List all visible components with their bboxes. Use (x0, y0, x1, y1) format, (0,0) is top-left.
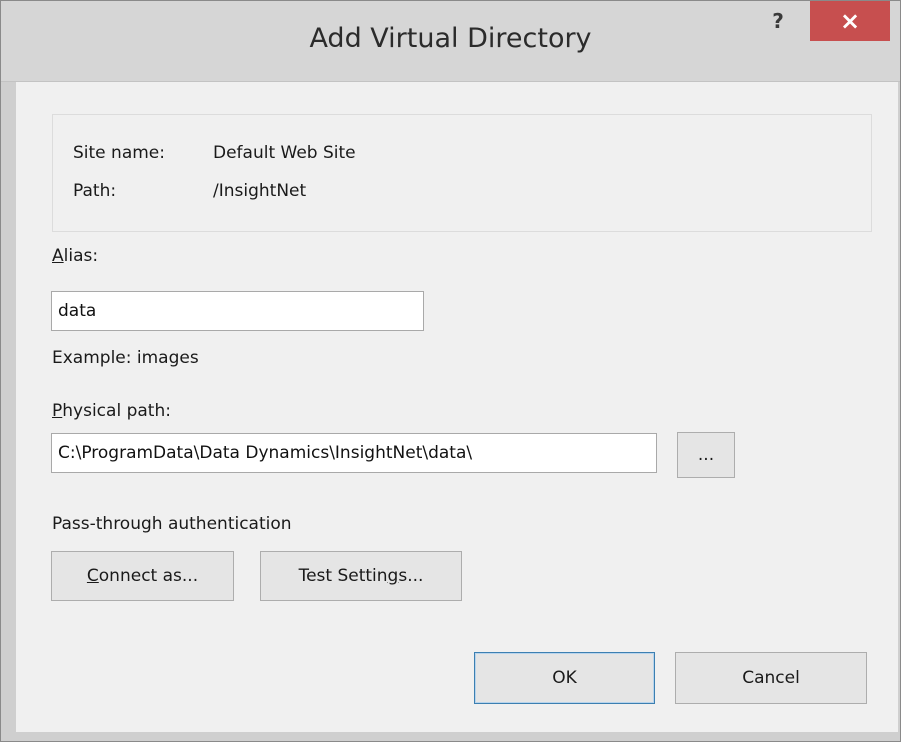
site-name-value: Default Web Site (213, 143, 356, 163)
site-name-label: Site name: (73, 143, 165, 163)
test-settings-button[interactable]: Test Settings... (260, 551, 462, 601)
alias-example-text: Example: images (52, 348, 199, 368)
close-icon: × (839, 7, 861, 35)
alias-label: Alias: (52, 246, 98, 266)
site-name-row: Site name: Default Web Site (73, 143, 356, 163)
title-bar: Add Virtual Directory ? × (1, 1, 900, 82)
physical-path-input[interactable]: C:\ProgramData\Data Dynamics\InsightNet\… (51, 433, 657, 473)
physical-path-label-mnemonic: P (52, 401, 63, 421)
connect-as-mnemonic: C (86, 566, 99, 586)
connect-as-button[interactable]: Connect as... (51, 551, 234, 601)
test-settings-text-after: s... (398, 566, 424, 586)
test-settings-text-before: Test Settin (298, 566, 388, 586)
pass-through-auth-label: Pass-through authentication (52, 514, 292, 534)
close-button[interactable]: × (810, 1, 890, 41)
physical-path-label: Physical path: (52, 401, 171, 421)
help-button[interactable]: ? (755, 1, 801, 47)
add-virtual-directory-dialog: Add Virtual Directory ? × Site name: Defa… (0, 0, 901, 742)
dialog-body: Site name: Default Web Site Path: /Insight… (16, 82, 898, 732)
alias-label-text: lias: (63, 246, 99, 266)
browse-button[interactable]: ... (677, 432, 735, 478)
cancel-button[interactable]: Cancel (675, 652, 867, 704)
physical-path-label-text: hysical path: (62, 401, 171, 421)
alias-label-mnemonic: A (52, 246, 64, 266)
connect-as-text: onnect as... (98, 566, 199, 586)
ok-button[interactable]: OK (474, 652, 655, 704)
path-label: Path: (73, 181, 117, 201)
test-settings-mnemonic: g (387, 566, 399, 586)
path-row: Path: /InsightNet (73, 181, 306, 201)
path-value: /InsightNet (213, 181, 307, 201)
alias-input[interactable]: data (51, 291, 424, 331)
site-info-panel: Site name: Default Web Site Path: /Insight… (52, 114, 872, 232)
